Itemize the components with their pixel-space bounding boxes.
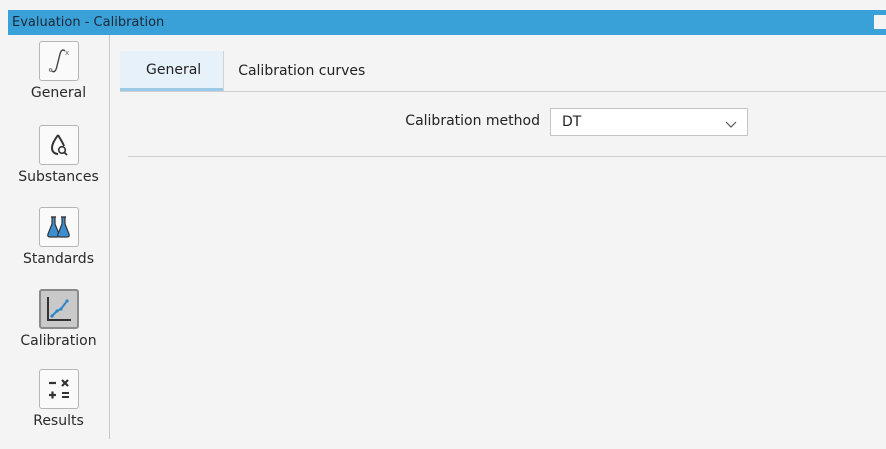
- sidebar-item-general[interactable]: x General: [8, 41, 109, 121]
- sidebar-item-standards[interactable]: Standards: [8, 207, 109, 287]
- calibration-method-value: DT: [562, 114, 582, 130]
- sidebar: x General Substances Standards Calibrati…: [8, 35, 110, 439]
- chevron-down-icon: [725, 117, 737, 133]
- flasks-icon: [38, 207, 79, 247]
- sidebar-item-label: Substances: [18, 169, 99, 185]
- calibration-curve-icon: [38, 289, 79, 329]
- sidebar-item-substances[interactable]: Substances: [8, 125, 109, 205]
- svg-text:x: x: [65, 49, 69, 57]
- window-title: Evaluation - Calibration: [12, 15, 165, 30]
- calibration-method-row: Calibration method DT: [110, 108, 886, 137]
- integral-icon: x: [38, 41, 79, 81]
- window-titlebar: Evaluation - Calibration: [8, 10, 886, 35]
- section-divider: [128, 156, 886, 157]
- tab-bar: General Calibration curves: [120, 51, 886, 92]
- tab-general[interactable]: General: [120, 51, 224, 91]
- main-panel: General Calibration curves Calibration m…: [110, 35, 886, 439]
- calibration-method-select[interactable]: DT: [550, 108, 748, 136]
- sidebar-item-label: General: [30, 85, 87, 101]
- sidebar-item-calibration[interactable]: Calibration: [8, 289, 109, 369]
- window-control-button[interactable]: [874, 15, 886, 29]
- sidebar-item-results[interactable]: Results: [8, 369, 109, 449]
- sidebar-item-label: Standards: [23, 251, 94, 267]
- sidebar-item-label: Results: [33, 413, 84, 429]
- sidebar-item-label: Calibration: [20, 333, 97, 349]
- calculator-icon: [38, 369, 79, 409]
- calibration-method-label: Calibration method: [405, 113, 540, 129]
- drop-search-icon: [38, 125, 79, 165]
- tab-calibration-curves[interactable]: Calibration curves: [223, 51, 379, 91]
